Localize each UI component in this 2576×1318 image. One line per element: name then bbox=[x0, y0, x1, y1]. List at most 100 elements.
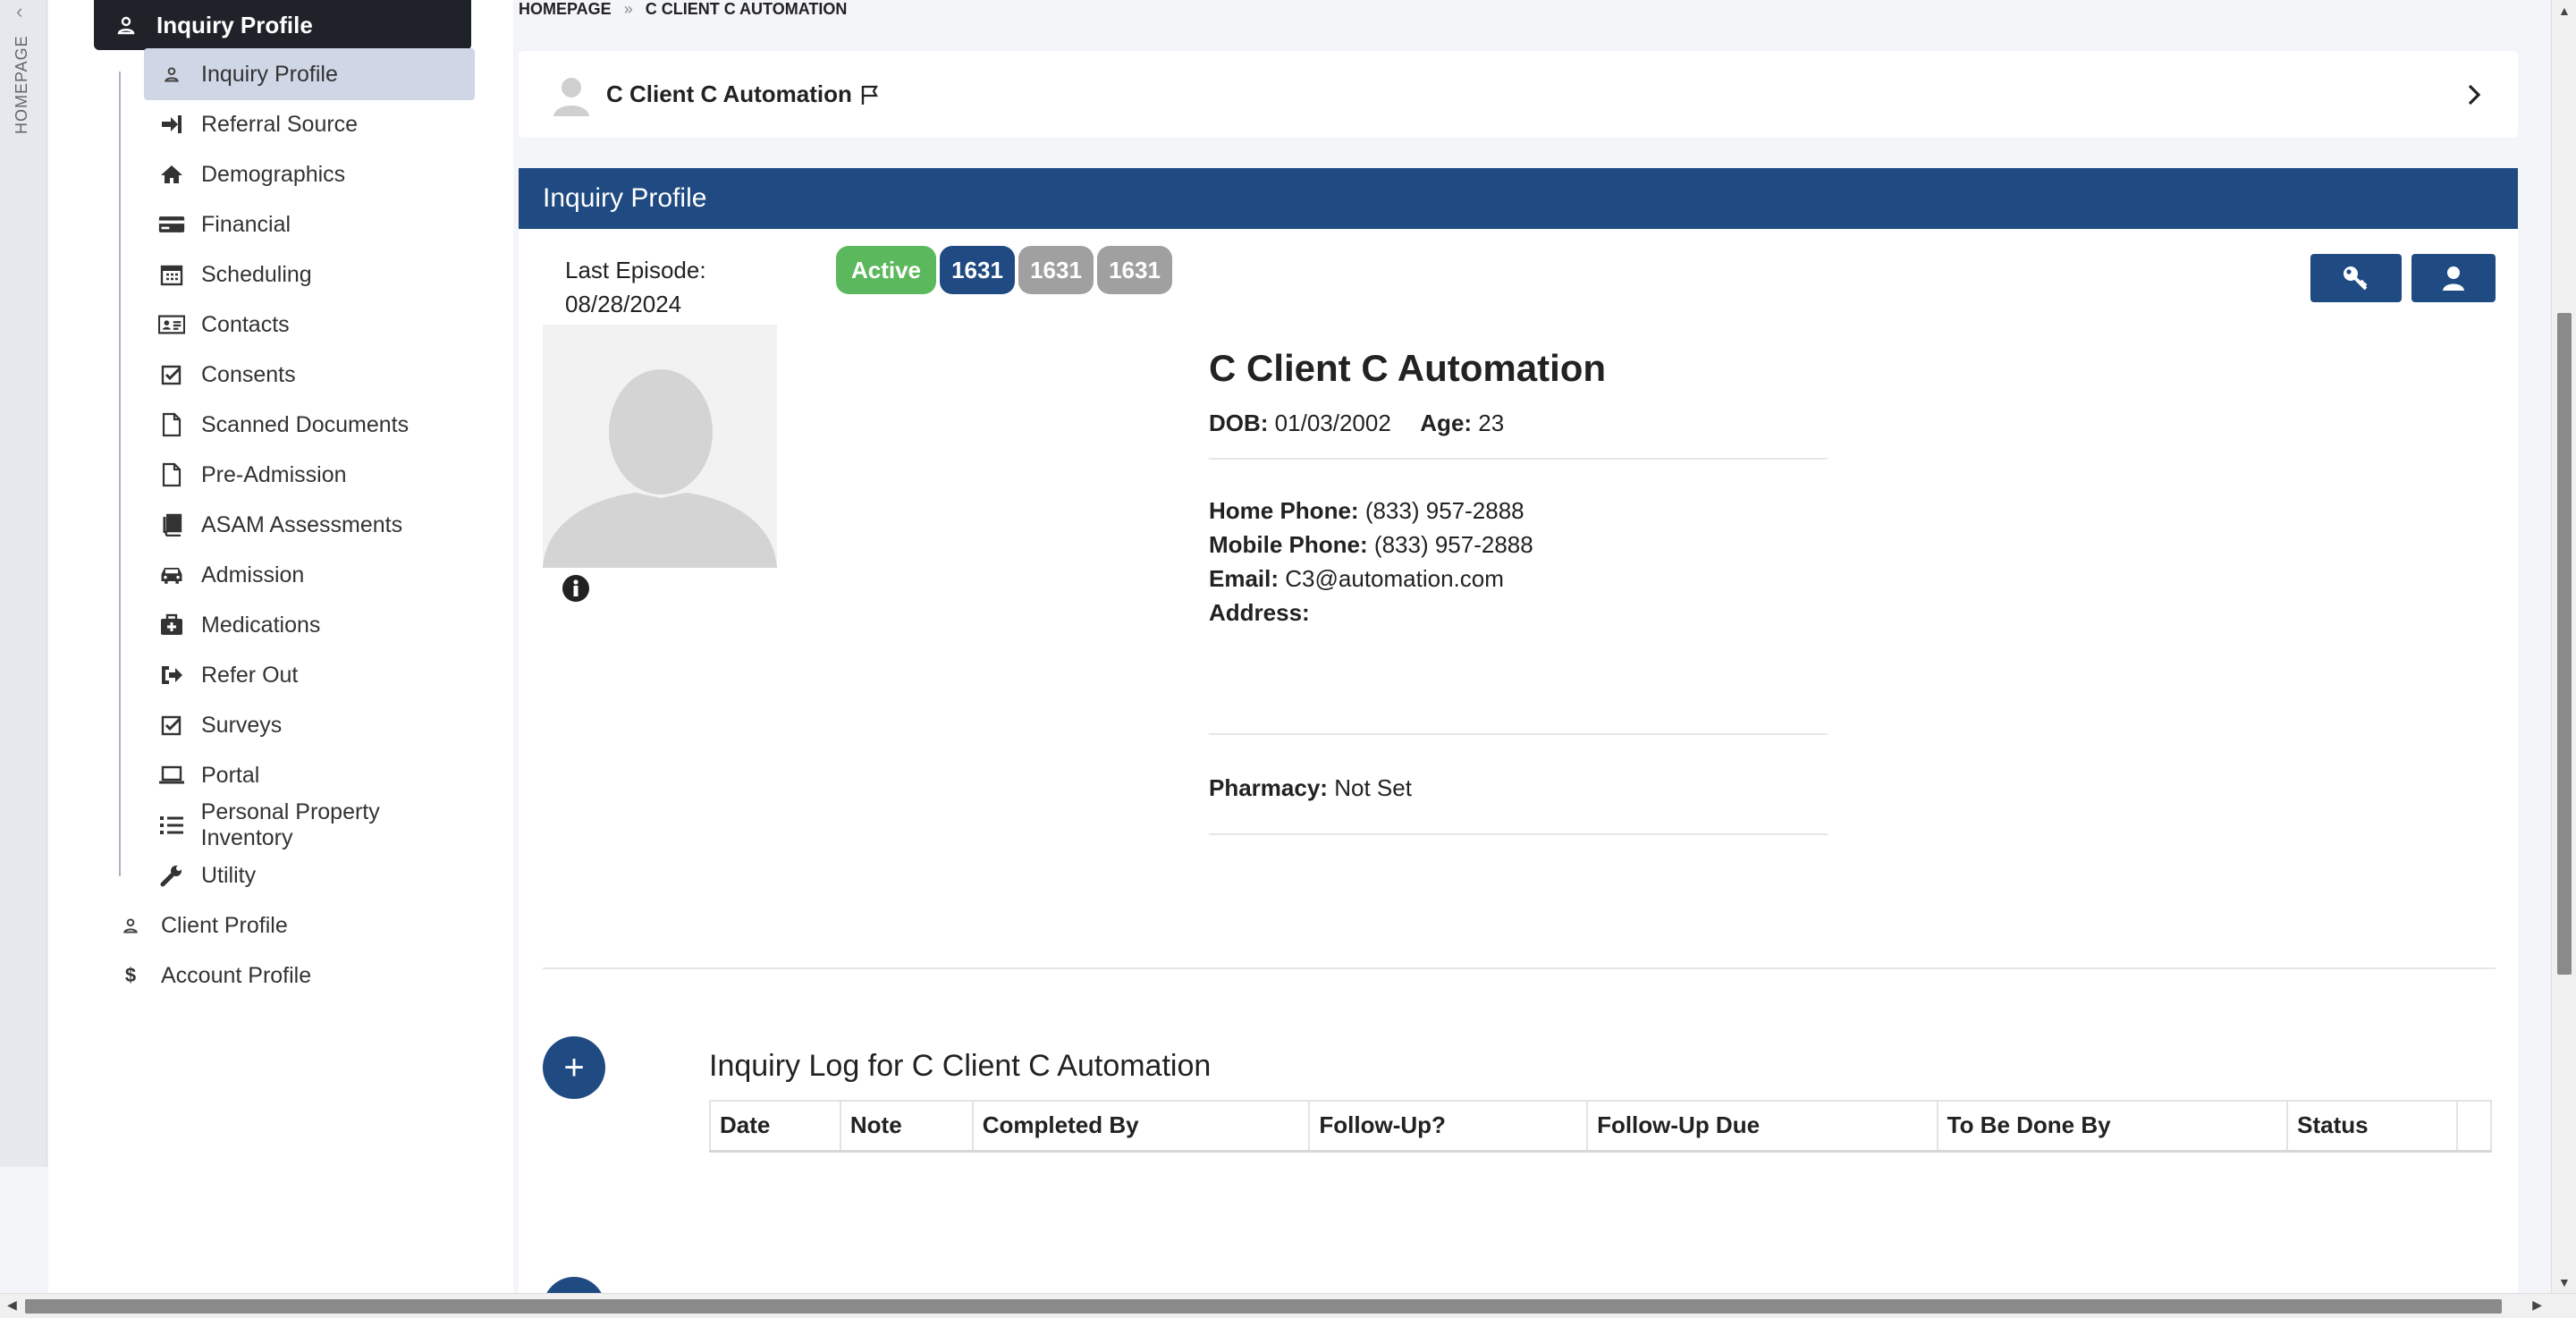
sidebar-item-refer-out[interactable]: Refer Out bbox=[144, 649, 475, 701]
sidebar-item-asam-assessments[interactable]: ASAM Assessments bbox=[144, 499, 475, 551]
sidebar-item-label: Utility bbox=[201, 862, 257, 888]
sidebar-item-pre-admission[interactable]: Pre-Admission bbox=[144, 449, 475, 501]
sidebar-item-personal-property-inventory[interactable]: Personal Property Inventory bbox=[144, 799, 475, 851]
episode-badge[interactable]: 1631 bbox=[1097, 246, 1172, 294]
medkit-icon bbox=[158, 613, 185, 638]
age-value: 23 bbox=[1478, 410, 1505, 436]
sidebar-item-surveys[interactable]: Surveys bbox=[144, 699, 475, 751]
section-divider bbox=[543, 967, 2496, 969]
card-title: Inquiry Profile bbox=[519, 168, 2518, 229]
column-header-status[interactable]: Status bbox=[2286, 1100, 2458, 1153]
vertical-scrollbar[interactable]: ▲ ▼ bbox=[2551, 0, 2576, 1293]
dob-label: DOB: bbox=[1209, 410, 1269, 436]
credit-card-icon bbox=[158, 212, 185, 237]
dob-age-row: DOB: 01/03/2002 Age: 23 bbox=[1209, 406, 1828, 440]
sidebar-item-referral-source[interactable]: Referral Source bbox=[144, 98, 475, 150]
sidebar-item-contacts[interactable]: Contacts bbox=[144, 299, 475, 351]
email-value: C3@automation.com bbox=[1285, 565, 1504, 592]
sidebar-item-portal[interactable]: Portal bbox=[144, 749, 475, 801]
scroll-down-icon[interactable]: ▼ bbox=[2558, 1275, 2571, 1289]
last-episode-date: 08/28/2024 bbox=[565, 291, 682, 317]
horizontal-scrollbar[interactable]: ◀ ▶ bbox=[0, 1293, 2576, 1318]
scrollbar-thumb[interactable] bbox=[25, 1299, 2502, 1314]
sidebar-section-account-profile[interactable]: $ Account Profile bbox=[50, 950, 426, 1001]
sidebar-section-client-profile[interactable]: Client Profile bbox=[50, 900, 426, 950]
wrench-icon bbox=[158, 863, 185, 888]
collapse-chevron-icon[interactable]: ‹ bbox=[16, 0, 22, 23]
column-header-note[interactable]: Note bbox=[839, 1100, 974, 1153]
client-header-bar[interactable]: C Client C Automation bbox=[519, 51, 2518, 138]
pharmacy-value: Not Set bbox=[1334, 774, 1412, 801]
scroll-up-icon[interactable]: ▲ bbox=[2558, 4, 2571, 18]
breadcrumb-home[interactable]: HOMEPAGE bbox=[519, 0, 612, 19]
episode-badge[interactable]: 1631 bbox=[940, 246, 1015, 294]
sidebar-item-label: Inquiry Profile bbox=[201, 61, 338, 87]
sidebar-section-label: Client Profile bbox=[161, 912, 288, 938]
sidebar-item-financial[interactable]: Financial bbox=[144, 199, 475, 250]
home-phone-label: Home Phone: bbox=[1209, 497, 1359, 524]
column-header-follow-up[interactable]: Follow-Up? bbox=[1308, 1100, 1589, 1153]
sidebar-item-label: Pre-Admission bbox=[201, 461, 347, 487]
sidebar-section-label: Inquiry Profile bbox=[156, 11, 313, 38]
check-square-icon bbox=[158, 362, 185, 387]
user-profile-button[interactable] bbox=[2411, 254, 2496, 302]
sidebar-item-consents[interactable]: Consents bbox=[144, 349, 475, 401]
add-inquiry-log-button[interactable]: + bbox=[543, 1036, 605, 1099]
home-icon bbox=[158, 162, 185, 187]
column-header-date[interactable]: Date bbox=[709, 1100, 841, 1153]
pharmacy-row: Pharmacy: Not Set bbox=[1209, 771, 1828, 805]
column-header-follow-up-due[interactable]: Follow-Up Due bbox=[1586, 1100, 1938, 1153]
book-icon bbox=[158, 512, 185, 537]
status-badge-active[interactable]: Active bbox=[836, 246, 936, 294]
sidebar-item-inquiry-profile[interactable]: Inquiry Profile bbox=[144, 48, 475, 100]
info-icon[interactable] bbox=[562, 574, 590, 603]
user-icon bbox=[117, 16, 135, 35]
sidebar-item-label: Medications bbox=[201, 612, 321, 638]
sign-out-icon bbox=[158, 663, 185, 688]
inquiry-log-title: Inquiry Log for C Client C Automation bbox=[709, 1049, 1212, 1083]
dob-value: 01/03/2002 bbox=[1274, 410, 1391, 436]
sidebar-item-medications[interactable]: Medications bbox=[144, 599, 475, 651]
sidebar-item-scanned-documents[interactable]: Scanned Documents bbox=[144, 399, 475, 451]
avatar-icon bbox=[553, 77, 589, 116]
dollar-icon: $ bbox=[124, 964, 137, 986]
home-phone-value: (833) 957-2888 bbox=[1364, 497, 1524, 524]
sidebar-item-label: Surveys bbox=[201, 712, 283, 738]
scrollbar-thumb[interactable] bbox=[2557, 313, 2572, 975]
inquiry-log-table: Date Note Completed By Follow-Up? Follow… bbox=[709, 1100, 2493, 1153]
sidebar-item-admission[interactable]: Admission bbox=[144, 549, 475, 601]
sidebar-item-label: Demographics bbox=[201, 161, 346, 187]
chevron-right-icon[interactable] bbox=[2461, 81, 2487, 108]
sidebar-section-label: Account Profile bbox=[161, 962, 312, 988]
scroll-right-icon[interactable]: ▶ bbox=[2532, 1297, 2542, 1313]
key-icon bbox=[2344, 266, 2368, 291]
episode-badge[interactable]: 1631 bbox=[1018, 246, 1094, 294]
sidebar-item-demographics[interactable]: Demographics bbox=[144, 148, 475, 200]
scroll-left-icon[interactable]: ◀ bbox=[7, 1297, 17, 1313]
column-header-actions bbox=[2455, 1100, 2493, 1153]
sidebar-item-utility[interactable]: Utility bbox=[144, 849, 475, 901]
key-button[interactable] bbox=[2310, 254, 2402, 302]
column-header-to-be-done-by[interactable]: To Be Done By bbox=[1936, 1100, 2289, 1153]
sidebar-item-label: Financial bbox=[201, 211, 291, 237]
sidebar-item-label: Refer Out bbox=[201, 662, 299, 688]
column-header-completed-by[interactable]: Completed By bbox=[971, 1100, 1311, 1153]
sidebar-item-label: Referral Source bbox=[201, 111, 359, 137]
divider bbox=[1209, 833, 1828, 835]
file-icon bbox=[158, 462, 185, 487]
file-icon bbox=[158, 412, 185, 437]
flag-icon[interactable] bbox=[859, 84, 881, 106]
sidebar-section-inquiry-profile[interactable]: Inquiry Profile bbox=[94, 0, 471, 50]
client-name: C Client C Automation bbox=[606, 80, 852, 107]
user-icon bbox=[2443, 266, 2464, 291]
list-icon bbox=[158, 813, 185, 838]
sidebar-item-label: Personal Property Inventory bbox=[200, 799, 380, 850]
client-photo-placeholder bbox=[543, 325, 777, 568]
email-label: Email: bbox=[1209, 565, 1280, 592]
car-icon bbox=[158, 562, 185, 587]
client-details: C Client C Automation DOB: 01/03/2002 Ag… bbox=[1209, 347, 1828, 835]
sidebar-item-scheduling[interactable]: Scheduling bbox=[144, 249, 475, 300]
homepage-rail-label[interactable]: HOMEPAGE bbox=[13, 35, 31, 134]
mobile-phone-value: (833) 957-2888 bbox=[1373, 531, 1533, 558]
breadcrumb-current: C CLIENT C AUTOMATION bbox=[645, 0, 848, 18]
